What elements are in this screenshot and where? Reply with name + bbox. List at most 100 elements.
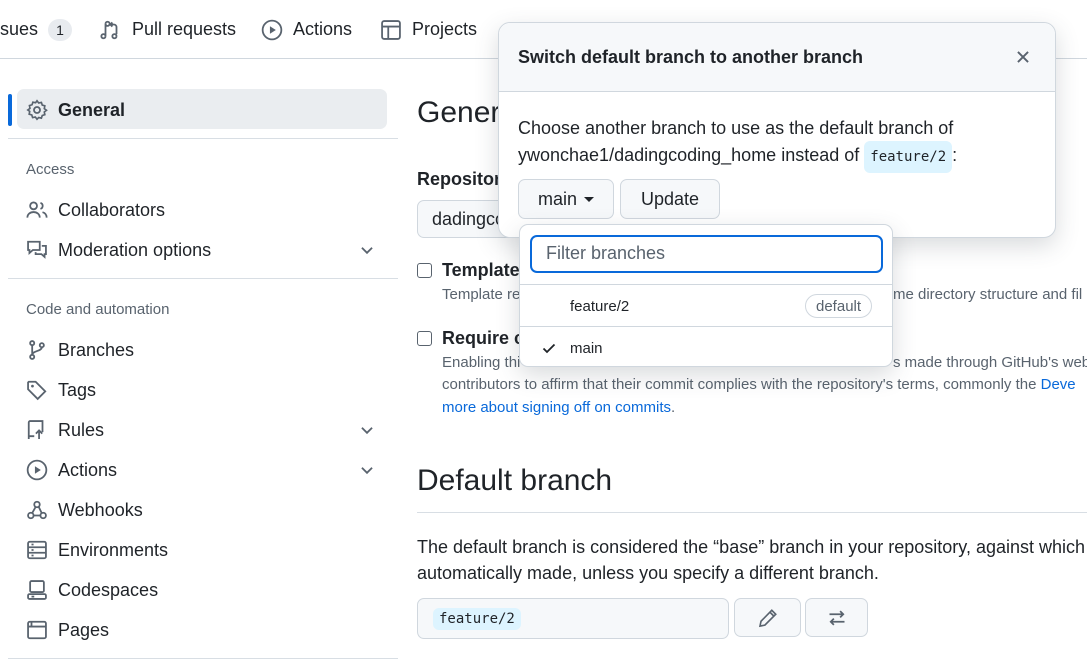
- update-button[interactable]: Update: [620, 179, 720, 219]
- branch-select-label: main: [537, 188, 577, 209]
- sidebar-item-actions-label: Actions: [58, 459, 118, 480]
- git-branch-icon: [29, 340, 45, 360]
- chevron-down-icon[interactable]: [358, 241, 376, 259]
- people-icon: [26, 201, 48, 218]
- sidebar-item-webhooks[interactable]: Webhooks: [26, 498, 143, 522]
- branch-option-main[interactable]: main: [520, 328, 892, 368]
- default-branch-heading: Default branch: [417, 464, 613, 497]
- developer-terms-link[interactable]: Deve: [1041, 376, 1076, 393]
- sidebar-item-branches[interactable]: Branches: [26, 338, 134, 362]
- sidebar-item-rules-label: Rules: [58, 419, 105, 440]
- sidebar-item-general[interactable]: General: [26, 98, 125, 122]
- rename-branch-button[interactable]: [734, 598, 801, 637]
- chevron-down-icon[interactable]: [358, 421, 376, 439]
- caret-down-icon: [584, 196, 594, 202]
- require-signoff-desc-line3-end: .: [671, 399, 676, 416]
- chevron-down-icon[interactable]: [358, 461, 376, 479]
- default-branch-name: feature/2: [433, 608, 521, 630]
- webhook-icon: [27, 500, 47, 520]
- sidebar-item-codespaces[interactable]: Codespaces: [26, 578, 158, 602]
- branch-option-feature-2[interactable]: feature/2 default: [520, 286, 892, 326]
- repository-name-label: Repository: [417, 169, 512, 189]
- dialog-message-line2: ywonchae1/dadingcoding_home instead of f…: [518, 141, 957, 173]
- sidebar-item-branches-label: Branches: [58, 339, 135, 360]
- sidebar-item-moderation[interactable]: Moderation options: [26, 238, 211, 262]
- browser-icon: [27, 620, 47, 640]
- sidebar-item-general-label: General: [58, 99, 126, 120]
- sidebar-divider: [8, 278, 398, 279]
- sidebar-item-environments-label: Environments: [58, 539, 169, 560]
- active-indicator: [8, 94, 12, 126]
- dialog-message-line1: Choose another branch to use as the defa…: [518, 118, 954, 138]
- play-circle-icon: [261, 19, 283, 40]
- sidebar-item-webhooks-label: Webhooks: [58, 499, 143, 520]
- branch-select-menu: Filter branches feature/2 default main: [519, 224, 893, 367]
- codespaces-icon: [27, 580, 47, 600]
- pull-request-icon: [100, 20, 118, 39]
- nav-projects-label: Projects: [412, 19, 478, 39]
- dialog-title: Switch default branch to another branch: [518, 47, 864, 67]
- sidebar-heading-access: Access: [26, 161, 75, 178]
- default-branch-description: The default branch is considered the “ba…: [417, 534, 1087, 586]
- sidebar-item-pages[interactable]: Pages: [26, 618, 109, 642]
- close-icon[interactable]: [1014, 48, 1032, 66]
- require-signoff-desc-line2: contributors to affirm that their commit…: [442, 373, 1076, 397]
- page-title: Gener: [417, 96, 501, 129]
- require-signoff-desc-line3: more about signing off on commits.: [442, 396, 675, 420]
- server-icon: [27, 540, 47, 560]
- default-badge: default: [805, 294, 873, 318]
- default-branch-field: feature/2: [417, 598, 729, 639]
- menu-divider: [520, 326, 892, 327]
- sidebar-item-tags-label: Tags: [58, 379, 97, 400]
- pencil-icon: [758, 608, 777, 627]
- section-divider: [417, 512, 1087, 513]
- repo-push-icon: [27, 420, 44, 439]
- issues-counter: 1: [48, 18, 73, 41]
- branch-option-name: feature/2: [570, 297, 630, 315]
- sidebar-heading-code: Code and automation: [26, 301, 170, 318]
- template-label: Template: [442, 260, 520, 280]
- template-description: Template re: [442, 286, 521, 303]
- sidebar-item-collaborators[interactable]: Collaborators: [26, 198, 165, 222]
- default-branch-desc-line1: The default branch is considered the “ba…: [417, 537, 1087, 557]
- dialog-message: Choose another branch to use as the defa…: [518, 115, 957, 173]
- require-signoff-desc-line1: Enabling thi: [442, 354, 521, 371]
- sidebar-item-actions[interactable]: Actions: [26, 458, 117, 482]
- dialog-message-line2-text: ywonchae1/dadingcoding_home instead of: [518, 145, 865, 165]
- sidebar-item-collaborators-label: Collaborators: [58, 199, 166, 220]
- require-signoff-desc-line2-text: contributors to affirm that their commit…: [442, 376, 1041, 393]
- dialog-message-end: :: [952, 145, 958, 165]
- sidebar-item-tags[interactable]: Tags: [26, 378, 96, 402]
- table-icon: [381, 19, 401, 40]
- filter-branches-input[interactable]: Filter branches: [530, 235, 883, 273]
- template-checkbox[interactable]: [417, 263, 432, 278]
- nav-actions[interactable]: Actions: [261, 0, 352, 59]
- sidebar-item-rules[interactable]: Rules: [26, 418, 104, 442]
- nav-issues-label: sues: [0, 19, 39, 39]
- dialog-header: Switch default branch to another branch: [499, 23, 1055, 92]
- template-description-tail: me directory structure and fil: [893, 286, 1083, 303]
- check-icon: [542, 343, 556, 354]
- tag-icon: [27, 380, 47, 401]
- signing-off-link[interactable]: more about signing off on commits: [442, 399, 671, 416]
- default-branch-desc-line2: automatically made, unless you specify a…: [417, 563, 879, 583]
- current-default-branch-pill: feature/2: [864, 141, 953, 173]
- nav-projects[interactable]: Projects: [380, 0, 477, 59]
- nav-pull-requests[interactable]: Pull requests: [100, 0, 236, 59]
- comment-discussion-icon: [27, 240, 47, 259]
- menu-divider: [520, 284, 892, 285]
- nav-pull-requests-label: Pull requests: [132, 19, 237, 39]
- switch-branch-button[interactable]: [805, 598, 868, 637]
- require-signoff-desc-line1-tail: s made through GitHub's web: [893, 354, 1087, 371]
- sidebar-divider: [8, 138, 398, 139]
- branch-option-name: main: [570, 339, 603, 357]
- branch-select-button[interactable]: main: [518, 179, 614, 219]
- switch-default-branch-dialog: Switch default branch to another branch …: [498, 22, 1056, 238]
- sidebar-item-codespaces-label: Codespaces: [58, 579, 159, 600]
- play-circle-icon: [26, 459, 48, 481]
- require-signoff-checkbox[interactable]: [417, 331, 432, 346]
- sidebar-item-environments[interactable]: Environments: [26, 538, 168, 562]
- nav-issues[interactable]: sues 1: [0, 0, 73, 59]
- gear-icon: [26, 99, 48, 121]
- arrow-switch-icon: [829, 610, 844, 625]
